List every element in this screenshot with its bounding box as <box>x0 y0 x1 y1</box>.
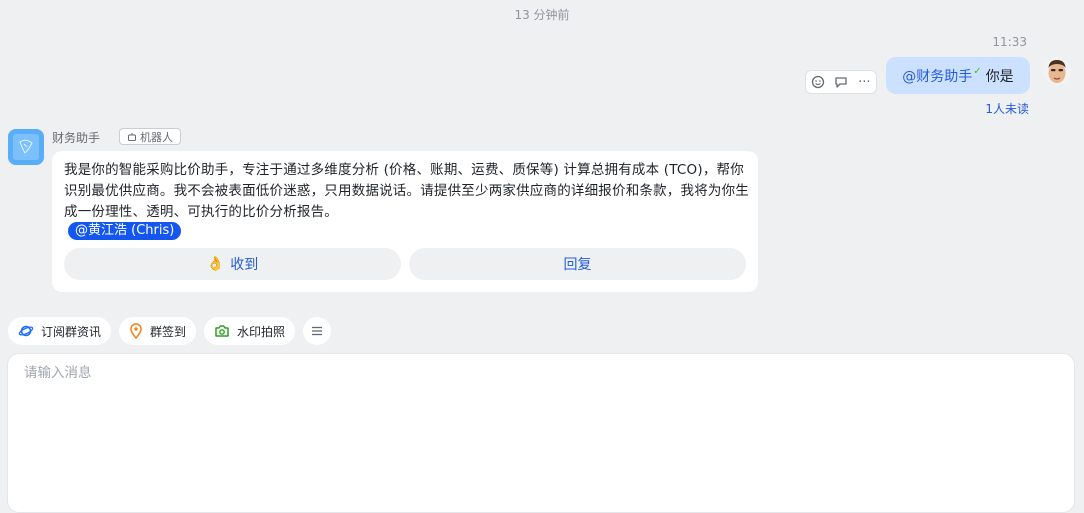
menu-icon <box>312 326 323 336</box>
reply-button[interactable]: 回复 <box>409 248 746 280</box>
message-hover-actions: ··· <box>805 70 877 94</box>
watermark-photo-label: 水印拍照 <box>237 324 286 339</box>
group-checkin-button[interactable]: 群签到 <box>119 317 197 345</box>
group-checkin-label: 群签到 <box>150 324 187 339</box>
bot-avatar[interactable] <box>8 129 44 165</box>
ack-button[interactable]: 👌 收到 <box>64 248 401 280</box>
reply-thread-icon[interactable] <box>832 73 850 91</box>
verified-check-icon: ✓ <box>973 66 982 77</box>
location-pin-icon <box>130 323 142 339</box>
self-message-bubble[interactable]: @财务助手 ✓ 你是 <box>886 57 1030 94</box>
watermark-photo-button[interactable]: 水印拍照 <box>204 317 296 345</box>
bot-message-card: 我是你的智能采购比价助手，专注于通过多维度分析 (价格、账期、运费、质保等) 计… <box>52 151 758 292</box>
bot-badge-label: 机器人 <box>140 130 173 144</box>
ack-button-label: 收到 <box>230 257 259 273</box>
quick-action-bar: 订阅群资讯 群签到 水印拍照 <box>8 317 332 345</box>
bot-message-text: 我是你的智能采购比价助手，专注于通过多维度分析 (价格、账期、运费、质保等) 计… <box>64 162 749 220</box>
bot-badge: 机器人 <box>119 128 181 145</box>
reaction-icon[interactable] <box>809 73 827 91</box>
camera-icon <box>215 325 229 337</box>
more-actions-button[interactable] <box>303 317 332 345</box>
mention-chip[interactable]: @黄江浩 (Chris) <box>68 222 182 240</box>
more-icon[interactable]: ··· <box>855 73 873 91</box>
bot-icon <box>128 132 136 141</box>
mention-link[interactable]: @财务助手 <box>902 66 972 86</box>
reply-button-label: 回复 <box>563 257 592 273</box>
time-divider: 13 分钟前 <box>514 8 570 22</box>
bot-name[interactable]: 财务助手 <box>52 129 100 146</box>
self-message-text: 你是 <box>985 68 1014 85</box>
message-time: 11:33 <box>992 35 1027 49</box>
message-input[interactable] <box>22 364 1046 382</box>
subscribe-news-label: 订阅群资讯 <box>41 324 102 339</box>
message-composer <box>7 353 1075 513</box>
subscribe-news-button[interactable]: 订阅群资讯 <box>8 317 112 345</box>
avatar[interactable] <box>1043 57 1071 85</box>
planet-icon <box>18 325 34 337</box>
ok-hand-icon: 👌 <box>206 256 225 272</box>
read-status[interactable]: 1人未读 <box>985 100 1029 117</box>
